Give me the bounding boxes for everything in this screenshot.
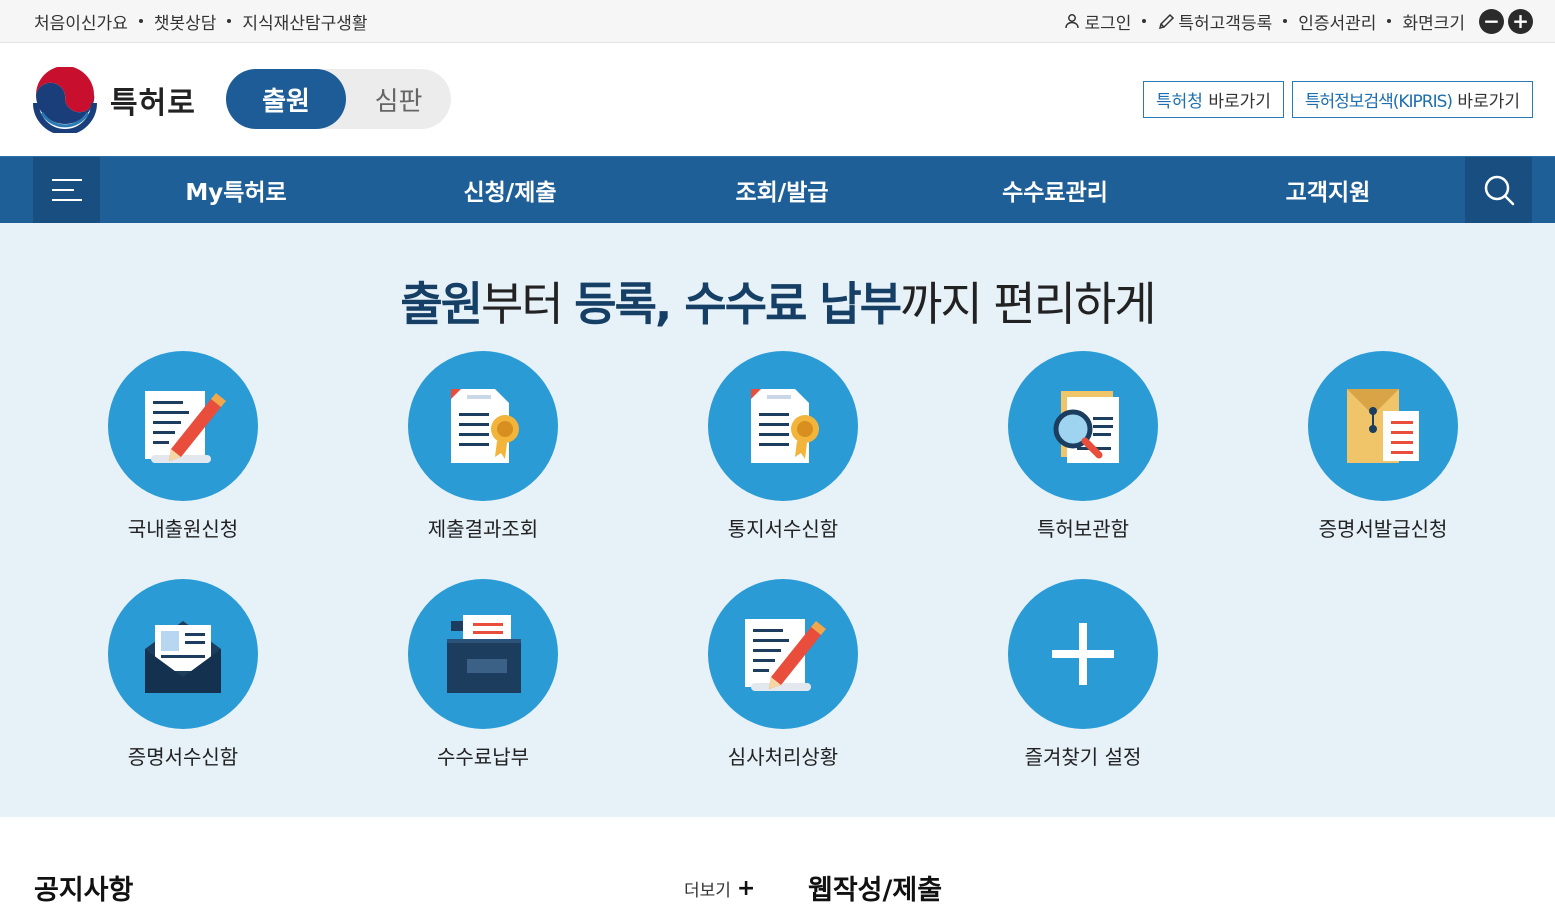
hero-title-part: 출원 bbox=[400, 277, 483, 331]
nav-fee-management[interactable]: 수수료관리 bbox=[955, 157, 1155, 223]
quick-label: 증명서수신함 bbox=[127, 745, 239, 769]
document-pencil-icon bbox=[145, 391, 226, 463]
quick-patent-storage[interactable]: 특허보관함 bbox=[963, 351, 1203, 542]
notice-document-icon bbox=[751, 389, 819, 463]
quick-label: 심사처리상황 bbox=[727, 745, 839, 769]
zoom-out-button[interactable]: − bbox=[1479, 8, 1504, 34]
kipo-link-button[interactable]: 특허청 바로가기 bbox=[1143, 81, 1284, 118]
nav-inquiry-issue[interactable]: 조회/발급 bbox=[682, 157, 882, 223]
kipris-link-highlight: 특허정보검색(KIPRIS) bbox=[1304, 92, 1453, 112]
zoom-label: 화면크기 bbox=[1402, 13, 1465, 34]
separator-dot bbox=[1283, 19, 1288, 23]
external-links: 특허청 바로가기 특허정보검색(KIPRIS) 바로가기 bbox=[1135, 81, 1533, 118]
nav-apply-submit[interactable]: 신청/제출 bbox=[410, 157, 610, 223]
circle-icon-bg bbox=[708, 579, 858, 729]
search-icon bbox=[1484, 175, 1514, 206]
mail-open-icon bbox=[145, 621, 221, 693]
quick-label: 제출결과조회 bbox=[427, 517, 539, 541]
kipo-link-highlight: 특허청 bbox=[1156, 92, 1203, 112]
quick-menu-section: 출원부터 등록, 수수료 납부까지 편리하게 국내출원신청 제출결과조회 통지서… bbox=[0, 223, 1555, 817]
circle-icon-bg bbox=[408, 579, 558, 729]
more-label: 더보기 bbox=[684, 881, 731, 901]
quick-fee-payment[interactable]: 수수료납부 bbox=[363, 579, 603, 770]
register-link[interactable]: 특허고객등록 bbox=[1178, 9, 1272, 34]
envelope-document-icon bbox=[1347, 389, 1419, 463]
circle-icon-bg bbox=[108, 351, 258, 501]
all-menu-button[interactable] bbox=[33, 157, 100, 223]
cert-link[interactable]: 인증서관리 bbox=[1298, 9, 1376, 34]
quick-domestic-application[interactable]: 국내출원신청 bbox=[63, 351, 303, 542]
zoom-in-button[interactable]: + bbox=[1508, 8, 1533, 34]
nav-my-patent[interactable]: My특허로 bbox=[136, 157, 336, 223]
kipo-link-rest: 바로가기 bbox=[1202, 92, 1271, 112]
magnifier-document-icon bbox=[1053, 391, 1119, 463]
folder-icon bbox=[447, 615, 521, 693]
search-button[interactable] bbox=[1465, 157, 1532, 223]
quick-notice-inbox[interactable]: 통지서수신함 bbox=[663, 351, 903, 542]
quick-label: 통지서수신함 bbox=[727, 517, 839, 541]
circle-icon-bg bbox=[108, 579, 258, 729]
quick-certificate-request[interactable]: 증명서발급신청 bbox=[1263, 351, 1503, 542]
document-pencil-icon bbox=[745, 619, 826, 691]
toggle-application[interactable]: 출원 bbox=[226, 69, 346, 129]
person-icon bbox=[1063, 12, 1081, 30]
first-visit-link[interactable]: 처음이신가요 bbox=[34, 9, 128, 34]
utility-bar: 처음이신가요 챗봇상담 지식재산탐구생활 로그인 특허고객등록 인증서관리 화면… bbox=[0, 0, 1555, 43]
nav-customer-support[interactable]: 고객지원 bbox=[1228, 157, 1428, 223]
hero-title: 출원부터 등록, 수수료 납부까지 편리하게 bbox=[0, 268, 1555, 334]
kipris-link-button[interactable]: 특허정보검색(KIPRIS) 바로가기 bbox=[1291, 81, 1533, 118]
quick-label: 특허보관함 bbox=[1037, 517, 1129, 541]
separator-dot bbox=[1387, 19, 1392, 23]
separator-dot bbox=[138, 19, 143, 23]
notice-more-link[interactable]: 더보기 + bbox=[684, 876, 755, 901]
ip-explore-link[interactable]: 지식재산탐구생활 bbox=[242, 9, 367, 34]
circle-icon-bg bbox=[1008, 351, 1158, 501]
plus-icon bbox=[1052, 623, 1114, 685]
notice-title: 공지사항 bbox=[34, 875, 134, 906]
quick-exam-status[interactable]: 심사처리상황 bbox=[663, 579, 903, 770]
web-submit-title: 웹작성/제출 bbox=[808, 875, 943, 906]
kipris-link-rest: 바로가기 bbox=[1452, 92, 1520, 112]
site-logo[interactable]: 특허로 bbox=[32, 67, 196, 133]
plus-icon: + bbox=[736, 876, 756, 901]
main-nav: My특허로 신청/제출 조회/발급 수수료관리 고객지원 bbox=[0, 156, 1555, 223]
login-link[interactable]: 로그인 bbox=[1084, 9, 1131, 34]
circle-icon-bg bbox=[708, 351, 858, 501]
logo-text: 특허로 bbox=[110, 86, 196, 121]
hero-title-part: 부터 bbox=[481, 277, 575, 331]
account-links: 로그인 특허고객등록 인증서관리 화면크기 − + bbox=[1063, 0, 1533, 42]
quick-submission-results[interactable]: 제출결과조회 bbox=[363, 351, 603, 542]
quick-label: 국내출원신청 bbox=[127, 517, 239, 541]
chatbot-link[interactable]: 챗봇상담 bbox=[154, 9, 217, 34]
separator-dot bbox=[227, 19, 232, 23]
pencil-icon bbox=[1157, 12, 1175, 30]
separator-dot bbox=[1142, 19, 1147, 23]
circle-icon-bg bbox=[408, 351, 558, 501]
utility-links: 처음이신가요 챗봇상담 지식재산탐구생활 bbox=[34, 0, 368, 42]
service-toggle: 출원 심판 bbox=[226, 69, 451, 129]
quick-favorites-setting[interactable]: 즐겨찾기 설정 bbox=[963, 579, 1203, 770]
taegeuk-logo-icon bbox=[33, 67, 97, 133]
site-header: 특허로 출원 심판 특허청 바로가기 특허정보검색(KIPRIS) 바로가기 bbox=[0, 43, 1555, 156]
quick-certificate-inbox[interactable]: 증명서수신함 bbox=[63, 579, 303, 770]
certificate-document-icon bbox=[451, 389, 519, 463]
quick-label: 수수료납부 bbox=[437, 745, 529, 769]
toggle-trial[interactable]: 심판 bbox=[346, 69, 451, 129]
quick-label: 증명서발급신청 bbox=[1318, 517, 1448, 541]
circle-icon-bg bbox=[1308, 351, 1458, 501]
hamburger-icon bbox=[51, 179, 82, 201]
quick-label: 즐겨찾기 설정 bbox=[1024, 745, 1142, 769]
circle-icon-bg bbox=[1008, 579, 1158, 729]
hero-title-part: 등록, 수수료 납부 bbox=[574, 277, 902, 331]
hero-title-part: 까지 편리하게 bbox=[900, 277, 1157, 331]
